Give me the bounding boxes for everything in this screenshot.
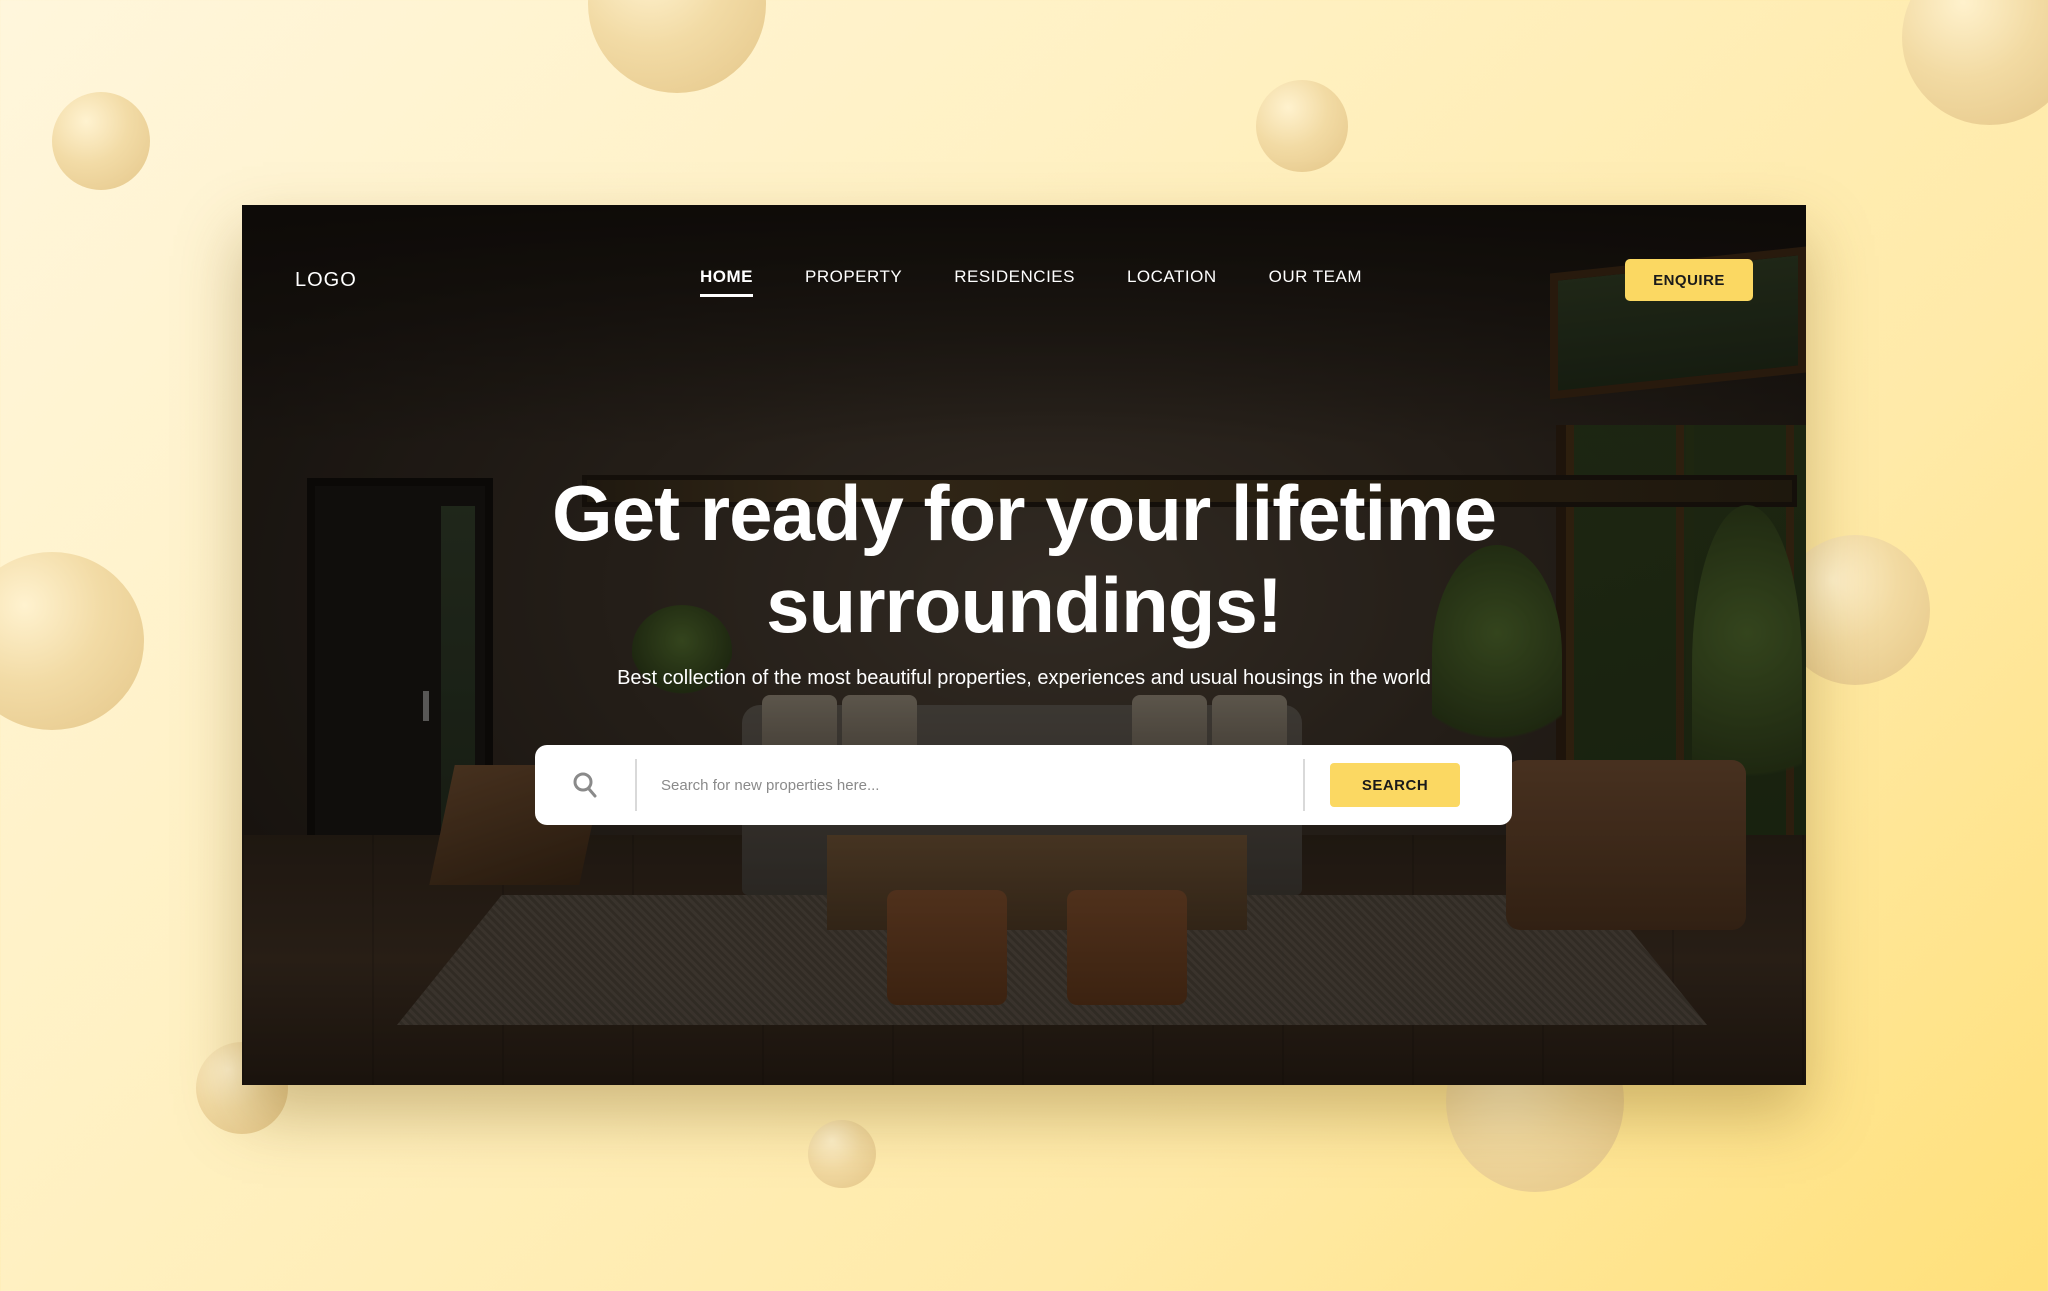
nav-item-our-team[interactable]: OUR TEAM — [1269, 267, 1362, 297]
decor-bubble — [1256, 80, 1348, 172]
decor-bubble — [808, 1120, 876, 1188]
nav-item-property[interactable]: PROPERTY — [805, 267, 902, 297]
main-nav: HOME PROPERTY RESIDENCIES LOCATION OUR T… — [700, 267, 1362, 297]
nav-item-home[interactable]: HOME — [700, 267, 753, 297]
decor-bubble — [1902, 0, 2048, 125]
decor-bubble — [52, 92, 150, 190]
search-icon-wrap — [535, 759, 637, 811]
search-input[interactable] — [637, 759, 1303, 811]
hero-title: Get ready for your lifetime surroundings… — [242, 467, 1806, 651]
site-logo[interactable]: LOGO — [295, 269, 357, 292]
decor-bubble — [0, 552, 144, 730]
search-bar: SEARCH — [535, 745, 1512, 825]
search-divider — [1303, 759, 1305, 811]
website-hero-frame: LOGO HOME PROPERTY RESIDENCIES LOCATION … — [242, 205, 1806, 1085]
search-button[interactable]: SEARCH — [1330, 763, 1460, 807]
hero-title-line1: Get ready for your lifetime — [552, 469, 1497, 557]
hero-subtitle: Best collection of the most beautiful pr… — [617, 667, 1431, 689]
hero-title-line2: surroundings! — [766, 561, 1283, 649]
search-icon[interactable] — [572, 771, 598, 799]
nav-item-location[interactable]: LOCATION — [1127, 267, 1217, 297]
decor-bubble — [588, 0, 766, 93]
nav-item-residencies[interactable]: RESIDENCIES — [954, 267, 1075, 297]
enquire-button[interactable]: ENQUIRE — [1625, 259, 1753, 301]
